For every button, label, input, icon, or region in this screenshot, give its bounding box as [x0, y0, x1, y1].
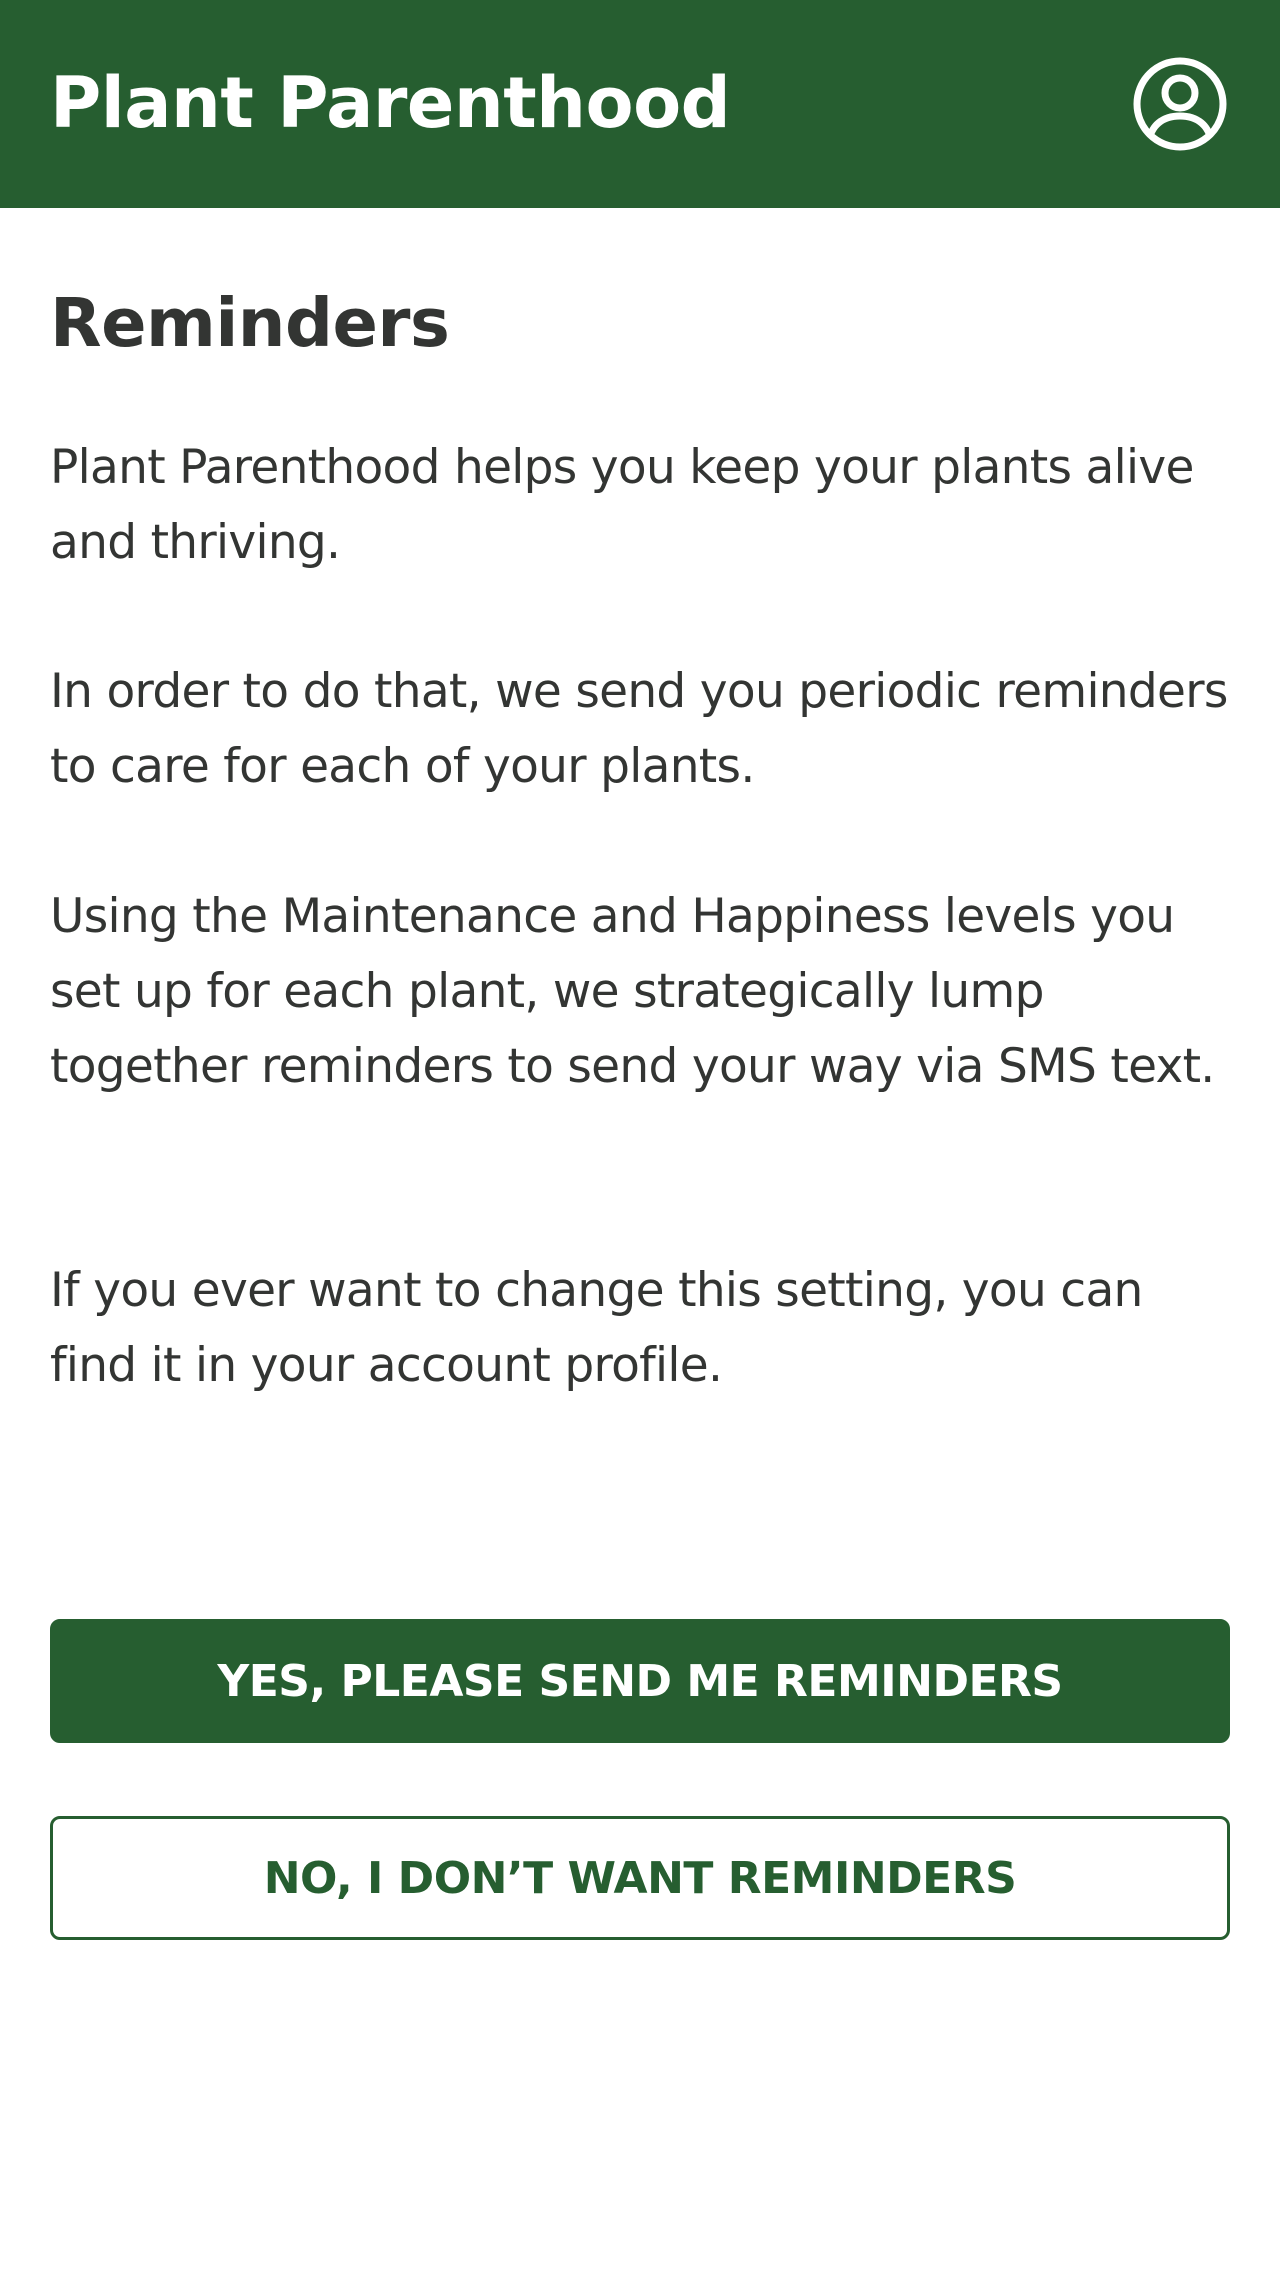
page-title: Reminders [50, 284, 450, 362]
intro-paragraph: Plant Parenthood helps you keep your pla… [50, 440, 1194, 570]
app-title: Plant Parenthood [50, 62, 731, 144]
profile-button[interactable] [1130, 54, 1230, 154]
decline-reminders-button[interactable]: NO, I DON’T WANT REMINDERS [50, 1816, 1230, 1940]
accept-reminders-button[interactable]: YES, PLEASE SEND ME REMINDERS [50, 1619, 1230, 1743]
purpose-paragraph: In order to do that, we send you periodi… [50, 664, 1228, 794]
app-header: Plant Parenthood [0, 0, 1280, 208]
user-circle-icon [1130, 54, 1230, 154]
method-paragraph: Using the Maintenance and Happiness leve… [50, 889, 1215, 1094]
settings-note-paragraph: If you ever want to change this setting,… [50, 1263, 1143, 1393]
